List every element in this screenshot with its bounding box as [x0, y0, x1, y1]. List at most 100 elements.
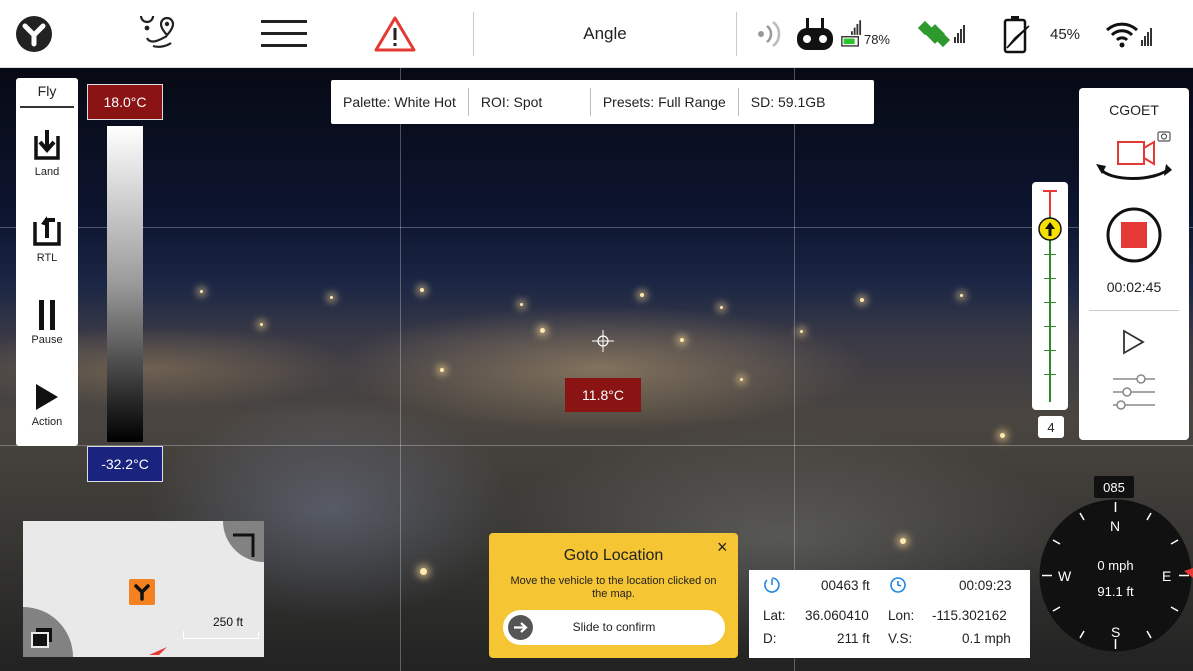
slide-label: Slide to confirm	[572, 620, 656, 634]
vertical-speed-label: V.S:	[888, 631, 913, 646]
pause-button[interactable]: Pause	[16, 300, 78, 346]
altitude-value: 00463 ft	[821, 578, 870, 593]
app-logo-icon	[16, 16, 52, 52]
sliders-settings-icon	[1113, 374, 1155, 410]
max-temp-badge: 18.0°C	[87, 84, 163, 120]
distance-value: 211 ft	[837, 631, 870, 646]
gps-satellite-icon	[918, 20, 965, 48]
min-temp-value: -32.2°C	[101, 456, 149, 472]
flight-mode-label: Angle	[583, 24, 627, 43]
zoom-level-value: 4	[1047, 419, 1055, 435]
goto-location-dialog: Goto Location × Move the vehicle to the …	[489, 533, 738, 658]
warnings-button[interactable]	[371, 0, 419, 68]
main-menu-button[interactable]	[258, 0, 310, 68]
land-icon	[34, 130, 60, 160]
plan-route-button[interactable]	[132, 0, 182, 68]
altitude-icon	[764, 577, 780, 593]
roi-setting[interactable]: ROI: Spot	[469, 88, 591, 116]
heading-value: 085	[1103, 479, 1125, 495]
drone-position-icon	[134, 584, 150, 601]
ground-speed-value: 0 mph	[1097, 558, 1134, 573]
app-logo-button[interactable]	[10, 0, 58, 68]
goto-title: Goto Location	[563, 547, 664, 564]
compass-altitude-value: 91.1 ft	[1097, 584, 1134, 599]
grid-line	[400, 68, 401, 671]
min-temp-badge: -32.2°C	[87, 446, 163, 482]
fly-panel-title: Fly	[20, 78, 74, 108]
return-to-launch-icon	[33, 216, 61, 246]
heading-badge: 085	[1094, 476, 1134, 498]
flight-time-value: 00:09:23	[959, 578, 1012, 593]
goto-message: Move the vehicle to the location clicked…	[510, 575, 717, 600]
fly-panel: Fly Land RTL Pause Action	[16, 78, 78, 446]
controller-battery-percent: 78%	[863, 31, 890, 47]
media-playback-button[interactable]	[1121, 328, 1147, 361]
presets-setting[interactable]: Presets: Full Range	[591, 88, 739, 116]
camera-name: CGOET	[1109, 102, 1159, 118]
zoom-handle[interactable]	[1037, 216, 1063, 247]
grid-line	[0, 227, 1193, 228]
slide-to-confirm[interactable]: Slide to confirm	[503, 610, 725, 645]
warning-triangle-icon	[374, 16, 416, 52]
map-layers-icon[interactable]	[29, 625, 55, 651]
remote-controller-status[interactable]	[794, 0, 836, 68]
camera-settings-button[interactable]	[1111, 373, 1157, 416]
zoom-up-arrow-icon	[1038, 217, 1062, 241]
stop-record-icon	[1106, 207, 1162, 263]
drone-battery-percent: 45%	[1049, 25, 1081, 43]
wifi-status[interactable]	[1105, 0, 1153, 68]
top-toolbar: Angle 78% 45%	[0, 0, 1193, 68]
camera-info-bar: Palette: White Hot ROI: Spot Presets: Fu…	[331, 80, 874, 124]
expand-map-icon[interactable]	[227, 529, 257, 559]
lat-label: Lat:	[763, 608, 786, 623]
lon-label: Lon:	[888, 608, 915, 623]
palette-label: Palette: White Hot	[343, 94, 456, 110]
gps-status[interactable]	[918, 0, 966, 68]
switch-video-photo-icon	[1096, 131, 1172, 180]
stop-recording-button[interactable]	[1105, 206, 1163, 269]
pause-label: Pause	[31, 334, 63, 346]
zoom-level-badge: 4	[1038, 416, 1064, 438]
play-action-icon	[36, 384, 58, 410]
action-button[interactable]: Action	[16, 382, 78, 428]
distance-label: D:	[763, 631, 777, 646]
remote-controller-icon	[797, 18, 833, 50]
drone-marker[interactable]	[129, 579, 155, 605]
palette-setting[interactable]: Palette: White Hot	[331, 88, 469, 116]
latitude-value: 36.060410	[805, 608, 869, 623]
land-label: Land	[34, 166, 60, 178]
flight-mode-title[interactable]: Angle	[474, 0, 736, 68]
signal-strength-indicator	[752, 0, 786, 68]
spot-temp-badge: 11.8°C	[565, 378, 641, 412]
land-button[interactable]: Land	[16, 128, 78, 178]
map-scale-bar	[183, 631, 259, 639]
controller-battery: 78%	[840, 0, 890, 68]
thermal-gradient-bar	[107, 126, 143, 442]
hamburger-menu-icon	[261, 20, 307, 47]
clock-icon	[890, 577, 906, 593]
recording-timer: 00:02:45	[1106, 279, 1162, 295]
map-scale-label: 250 ft	[213, 615, 244, 629]
zoom-slider[interactable]	[1032, 182, 1068, 410]
longitude-value: -115.302162	[932, 608, 1007, 623]
max-temp-value: 18.0°C	[103, 94, 147, 110]
rtl-button[interactable]: RTL	[16, 212, 78, 264]
wireless-signal-icon	[758, 21, 781, 47]
compass-south: S	[1111, 624, 1121, 640]
vertical-speed-value: 0.1 mph	[962, 631, 1011, 646]
wifi-icon	[1105, 22, 1152, 48]
action-label: Action	[31, 416, 63, 428]
drone-battery-percent-box: 45%	[1043, 0, 1087, 68]
grid-line	[0, 445, 1193, 446]
sd-card-label: SD: 59.1GB	[750, 94, 826, 110]
close-icon[interactable]: ×	[717, 537, 728, 558]
mini-map[interactable]: 250 ft	[23, 521, 264, 657]
compass-widget: 085 N S W E 0 mph 91.1 ft	[1038, 476, 1193, 653]
crosshair-icon	[592, 330, 614, 352]
spot-temp-value: 11.8°C	[582, 387, 624, 403]
controller-battery-icon	[841, 20, 862, 47]
camera-mode-switch[interactable]	[1094, 128, 1178, 197]
roi-label: ROI: Spot	[480, 94, 543, 110]
drone-battery-status[interactable]	[998, 0, 1036, 68]
rtl-label: RTL	[36, 252, 58, 264]
